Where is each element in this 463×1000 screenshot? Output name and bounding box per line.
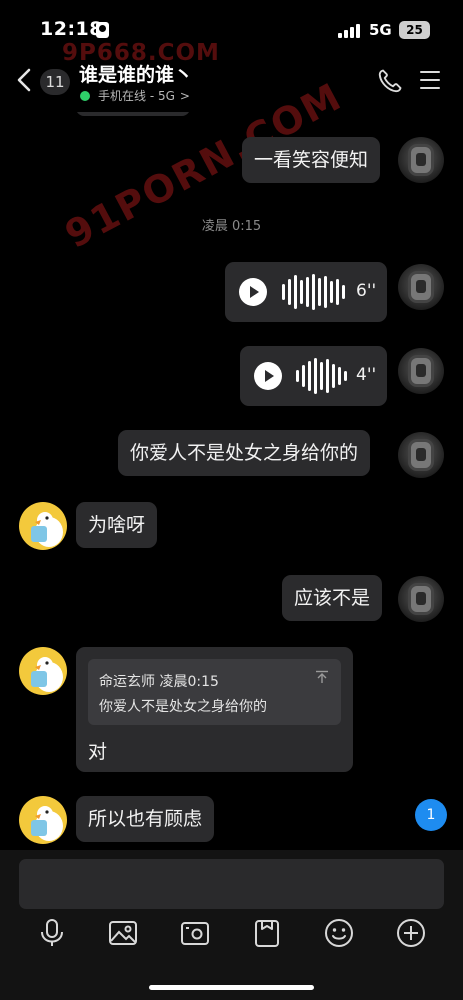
quote-text: 你爱人不是处女之身给你的 xyxy=(99,699,267,715)
composer-bar xyxy=(0,850,463,1000)
file-icon[interactable] xyxy=(251,917,283,949)
play-icon[interactable] xyxy=(254,362,282,390)
my-avatar[interactable] xyxy=(398,348,444,394)
chat-header: 11 谁是谁的谁丶 手机在线 - 5G > xyxy=(0,56,463,112)
voice-message[interactable]: 6'' xyxy=(225,262,387,322)
my-avatar[interactable] xyxy=(398,264,444,310)
quote-author: 命运玄师 xyxy=(99,674,155,690)
quote-header: 命运玄师 凌晨0:15 xyxy=(99,671,219,691)
quote-time: 凌晨0:15 xyxy=(159,674,219,690)
timestamp-separator: 凌晨 0:15 xyxy=(201,219,262,234)
message-bubble-incoming-quote[interactable]: 命运玄师 凌晨0:15 你爱人不是处女之身给你的 对 xyxy=(76,647,353,772)
network-type: 5G xyxy=(369,21,392,39)
camera-icon[interactable] xyxy=(179,917,211,949)
contact-name[interactable]: 谁是谁的谁丶 xyxy=(79,60,193,87)
quoted-message[interactable]: 命运玄师 凌晨0:15 你爱人不是处女之身给你的 xyxy=(88,659,341,725)
duck-avatar-icon xyxy=(31,806,63,841)
focus-person-icon xyxy=(96,22,109,38)
cellular-signal-icon xyxy=(338,22,362,38)
message-bubble-outgoing[interactable]: 一看笑容便知 xyxy=(242,137,381,183)
partial-message-bubble xyxy=(76,112,190,116)
phone-call-icon[interactable] xyxy=(377,68,403,94)
message-bubble-incoming[interactable]: 为啥呀 xyxy=(76,502,158,548)
contact-avatar[interactable] xyxy=(19,796,67,844)
battery-indicator: 25 xyxy=(399,21,430,39)
menu-icon[interactable] xyxy=(420,71,440,89)
chevron-right-icon: > xyxy=(179,88,190,103)
image-icon[interactable] xyxy=(107,917,139,949)
scroll-to-top-icon[interactable] xyxy=(315,670,329,684)
play-icon[interactable] xyxy=(239,278,267,306)
microphone-icon[interactable] xyxy=(36,917,68,949)
message-list[interactable]: 一看笑容便知 凌晨 0:15 6'' 4'' 你爱人不是处女之身给你的 为啥呀 … xyxy=(0,112,463,850)
emoji-icon[interactable] xyxy=(323,917,355,949)
waveform-icon xyxy=(296,356,347,396)
contact-avatar[interactable] xyxy=(19,647,67,695)
message-input[interactable] xyxy=(19,859,444,909)
unread-count-badge[interactable]: 11 xyxy=(40,69,70,95)
message-bubble-outgoing[interactable]: 应该不是 xyxy=(282,575,383,621)
duck-avatar-icon xyxy=(31,657,63,692)
plus-icon[interactable] xyxy=(395,917,427,949)
my-avatar[interactable] xyxy=(398,576,444,622)
voice-duration: 6'' xyxy=(356,281,377,301)
my-avatar[interactable] xyxy=(398,432,444,478)
message-bubble-outgoing[interactable]: 你爱人不是处女之身给你的 xyxy=(118,430,371,476)
back-chevron-icon[interactable] xyxy=(14,66,36,94)
contact-avatar[interactable] xyxy=(19,502,67,550)
online-status-text: 手机在线 - 5G xyxy=(98,89,175,103)
online-status[interactable]: 手机在线 - 5G > xyxy=(80,87,190,104)
duck-avatar-icon xyxy=(31,512,63,547)
reply-text: 对 xyxy=(88,741,108,763)
voice-message[interactable]: 4'' xyxy=(240,346,387,406)
voice-duration: 4'' xyxy=(356,365,377,385)
status-time: 12:18 xyxy=(40,18,103,40)
online-dot-icon xyxy=(80,90,90,101)
home-indicator[interactable] xyxy=(149,985,314,990)
new-message-badge[interactable]: 1 xyxy=(415,799,447,831)
status-bar: 12:18 5G 25 xyxy=(0,0,463,56)
waveform-icon xyxy=(282,272,345,312)
my-avatar[interactable] xyxy=(398,137,444,183)
message-bubble-incoming[interactable]: 所以也有顾虑 xyxy=(76,796,215,842)
